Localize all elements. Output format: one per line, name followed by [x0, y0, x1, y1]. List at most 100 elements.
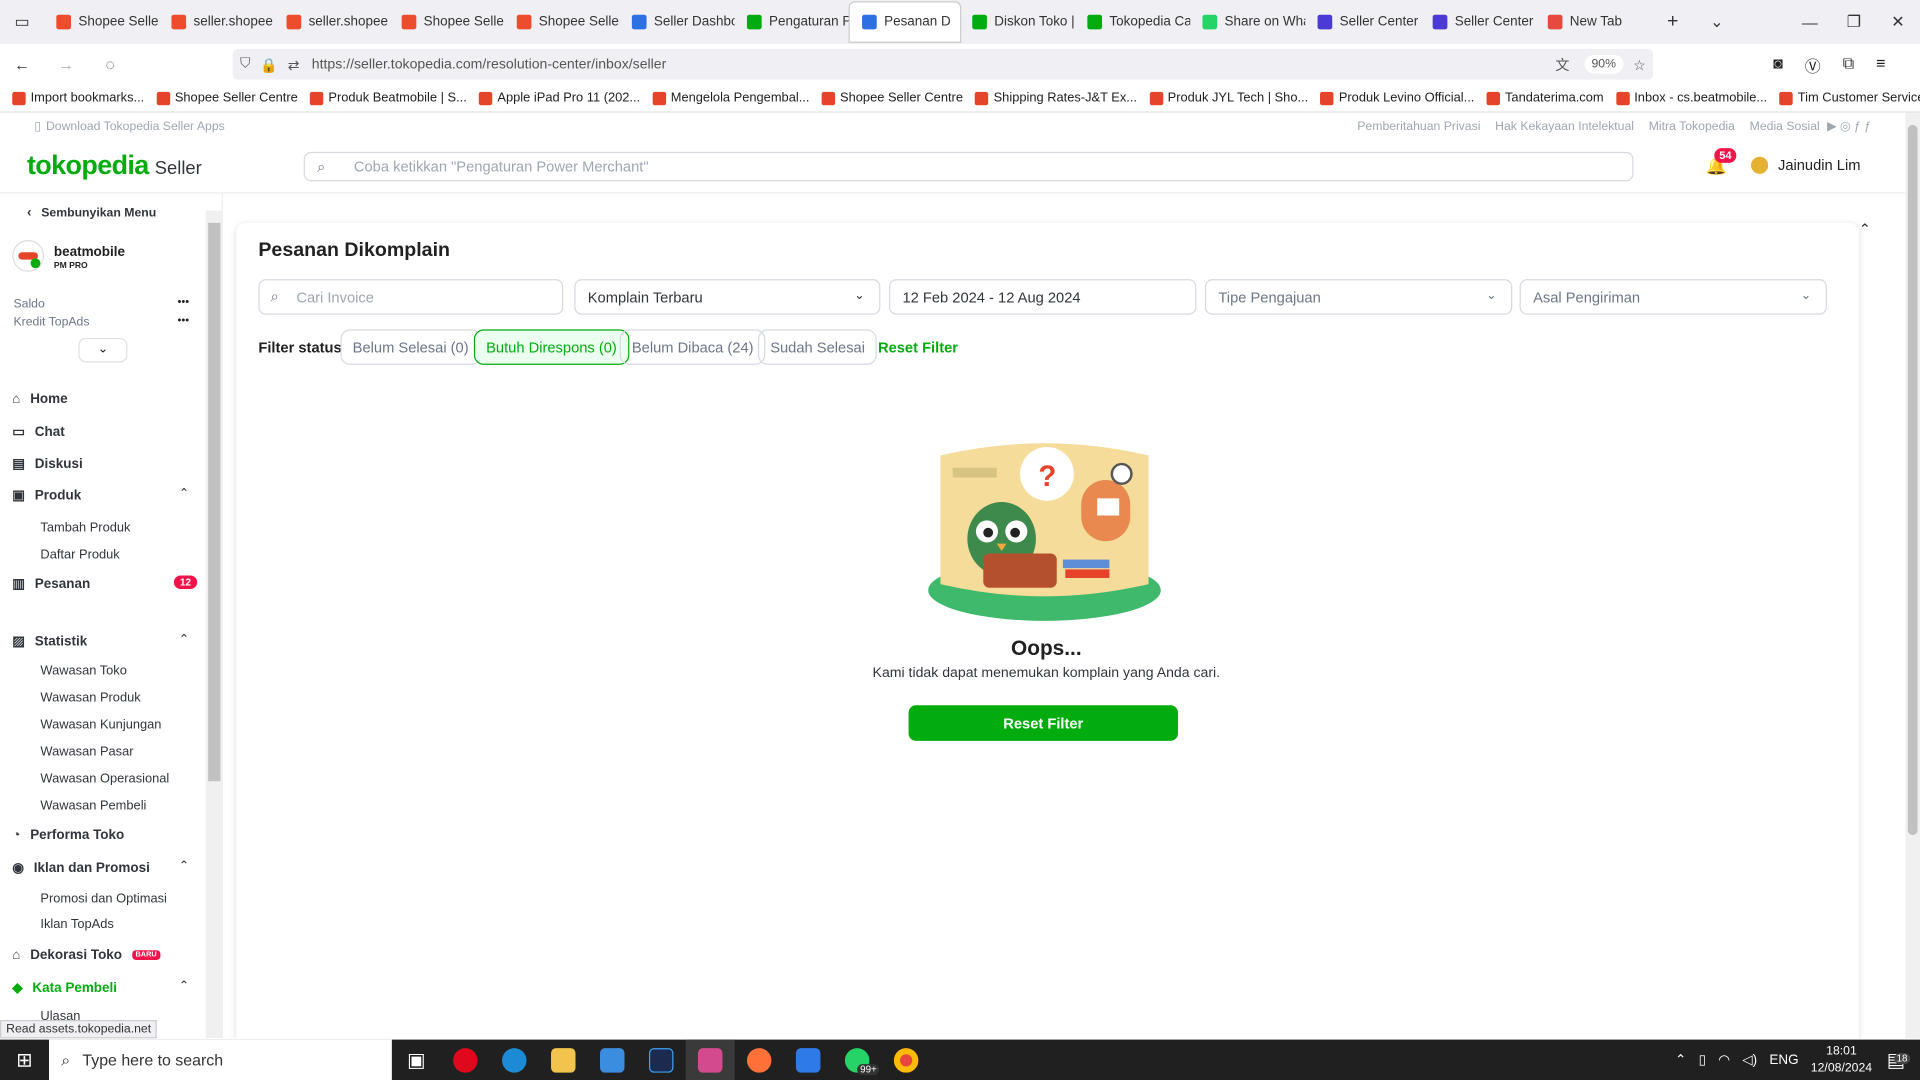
windows-start-icon[interactable]: ⊞: [0, 1040, 49, 1080]
sidebar-item-diskusi[interactable]: ▤ Diskusi: [12, 456, 82, 471]
scroll-up-icon[interactable]: ⌃: [1859, 220, 1871, 237]
footer-link[interactable]: Pemberitahuan Privasi: [1357, 119, 1480, 132]
photoshop-icon[interactable]: [637, 1040, 686, 1080]
minimize-icon[interactable]: —: [1788, 0, 1832, 44]
search-input[interactable]: ⌕ Coba ketikkan "Pengaturan Power Mercha…: [303, 151, 1634, 182]
browser-tab[interactable]: Tokopedia Ca: [1075, 2, 1190, 41]
sidebar-subitem[interactable]: Wawasan Toko: [40, 664, 126, 679]
shop-avatar[interactable]: [12, 240, 45, 272]
file-explorer-icon[interactable]: [539, 1040, 588, 1080]
browser-tab[interactable]: seller.shopee: [274, 2, 389, 41]
sidebar-item-iklan[interactable]: ◉ Iklan dan Promosi: [12, 860, 150, 875]
tray-chevron-icon[interactable]: ⌃: [1675, 1052, 1686, 1068]
forward-icon[interactable]: →: [44, 42, 88, 86]
sort-dropdown[interactable]: Komplain Terbaru ⌄: [574, 279, 881, 315]
browser-tab[interactable]: Shopee Seller: [389, 2, 504, 41]
back-icon[interactable]: ←: [0, 42, 44, 86]
footer-link[interactable]: Hak Kekayaan Intelektual: [1495, 119, 1634, 132]
footer-link[interactable]: Mitra Tokopedia: [1649, 119, 1735, 132]
bookmark-item[interactable]: Produk Levino Official...: [1320, 91, 1474, 105]
sidebar-item-chat[interactable]: ▭ Chat: [12, 424, 64, 439]
whatsapp-icon[interactable]: 99+: [833, 1040, 882, 1080]
browser-scrollbar[interactable]: [1905, 112, 1920, 1039]
chevron-up-icon[interactable]: ⌃: [179, 860, 189, 873]
footer-link[interactable]: Media Sosial: [1750, 119, 1820, 132]
chrome-icon[interactable]: [882, 1040, 931, 1080]
browser-tab[interactable]: New Tab: [1536, 2, 1651, 41]
expand-balance-button[interactable]: ⌄: [78, 337, 128, 363]
chevron-up-icon[interactable]: ⌃: [179, 633, 189, 646]
sidebar-subitem[interactable]: Wawasan Kunjungan: [40, 718, 161, 733]
permissions-icon[interactable]: ⇄: [288, 56, 300, 73]
hide-menu-button[interactable]: ‹ Sembunyikan Menu: [27, 206, 156, 221]
tipe-pengajuan-dropdown[interactable]: Tipe Pengajuan ⌄: [1204, 279, 1513, 315]
chevron-up-icon[interactable]: ⌃: [179, 980, 189, 993]
download-app-link[interactable]: Download Tokopedia Seller Apps: [46, 119, 225, 132]
sidebar-subitem[interactable]: Daftar Produk: [40, 547, 119, 562]
filter-chip-sudah-selesai[interactable]: Sudah Selesai: [757, 329, 878, 365]
sidebar-subitem[interactable]: Tambah Produk: [40, 520, 130, 535]
sidebar-subitem[interactable]: Wawasan Pasar: [40, 744, 133, 759]
browser-tab[interactable]: Pesanan D✕: [849, 2, 961, 42]
user-menu[interactable]: Jainudin Lim: [1751, 156, 1860, 174]
tray-app-icon[interactable]: ▯: [1699, 1052, 1706, 1068]
sidebar-item-statistik[interactable]: ▨ Statistik: [12, 633, 87, 649]
tab-list-icon[interactable]: ▭: [0, 0, 44, 44]
browser-tab[interactable]: Share on Wha: [1190, 2, 1305, 41]
bookmark-item[interactable]: Shopee Seller Centre: [156, 91, 298, 105]
chevron-up-icon[interactable]: ⌃: [179, 487, 189, 500]
store-icon[interactable]: [588, 1040, 637, 1080]
shop-name[interactable]: beatmobile: [54, 245, 125, 260]
sidebar-subitem[interactable]: Iklan TopAds: [40, 917, 113, 932]
address-bar[interactable]: ⛉ 🔒 ⇄ https://seller.tokopedia.com/resol…: [232, 48, 1654, 80]
bookmark-item[interactable]: Produk JYL Tech | Sho...: [1149, 91, 1308, 105]
bookmark-item[interactable]: Mengelola Pengembal...: [652, 91, 809, 105]
asal-pengiriman-dropdown[interactable]: Asal Pengiriman ⌄: [1519, 279, 1827, 315]
reset-filter-link[interactable]: Reset Filter: [878, 339, 958, 356]
browser-tab[interactable]: Diskon Toko |: [960, 2, 1075, 41]
bookmark-item[interactable]: Inbox - cs.beatmobile...: [1615, 91, 1767, 105]
extensions-icon[interactable]: ⧉: [1843, 54, 1854, 77]
restore-icon[interactable]: ❐: [1832, 0, 1876, 44]
sidebar-item-pesanan[interactable]: ▥ Pesanan: [12, 576, 90, 591]
zoom-level[interactable]: 90%: [1584, 55, 1624, 74]
sidebar-item-home[interactable]: ⌂ Home: [12, 392, 67, 407]
sidebar-scrollbar[interactable]: [205, 210, 222, 1039]
bookmark-item[interactable]: Shopee Seller Centre: [821, 91, 963, 105]
bookmark-star-icon[interactable]: ☆: [1633, 56, 1646, 73]
sidebar-item-dekorasi[interactable]: ⌂ Dekorasi Toko BARU: [12, 948, 161, 962]
bookmark-item[interactable]: Import bookmarks...: [12, 91, 144, 105]
wifi-icon[interactable]: ◠: [1718, 1052, 1730, 1068]
browser-tab[interactable]: seller.shopee: [159, 2, 274, 41]
notification-center-icon[interactable]: ▤18: [1887, 1048, 1910, 1072]
filter-chip-belum-selesai[interactable]: Belum Selesai (0): [340, 329, 481, 365]
loading-icon[interactable]: ◌: [88, 42, 132, 86]
new-tab-icon[interactable]: +: [1651, 0, 1695, 44]
sidebar-subitem[interactable]: Wawasan Operasional: [40, 771, 169, 786]
bookmark-item[interactable]: Apple iPad Pro 11 (202...: [479, 91, 640, 105]
app-icon[interactable]: [685, 1039, 735, 1080]
date-range-picker[interactable]: 12 Feb 2024 - 12 Aug 2024: [888, 279, 1197, 315]
browser-tab[interactable]: Seller Center: [1305, 2, 1420, 41]
bookmark-item[interactable]: Shipping Rates-J&T Ex...: [975, 91, 1137, 105]
profile-icon[interactable]: Ⓥ: [1805, 54, 1821, 77]
sidebar-item-performa[interactable]: ◔ Performa Toko: [12, 828, 124, 843]
filter-chip-butuh-direspons[interactable]: Butuh Direspons (0): [473, 329, 630, 365]
tokopedia-logo[interactable]: tokopedia Seller: [27, 149, 202, 181]
filter-chip-belum-dibaca[interactable]: Belum Dibaca (24): [619, 329, 766, 365]
browser-tab[interactable]: Pengaturan P: [735, 2, 850, 41]
translate-icon[interactable]: 文: [1555, 54, 1569, 74]
sidebar-item-produk[interactable]: ▣ Produk: [12, 487, 81, 503]
bookmark-item[interactable]: Tandaterima.com: [1486, 91, 1604, 105]
task-view-icon[interactable]: ▣: [392, 1040, 441, 1080]
bookmark-item[interactable]: Produk Beatmobile | S...: [310, 91, 467, 105]
browser-tab[interactable]: Shopee Seller: [44, 2, 159, 41]
sidebar-subitem[interactable]: Wawasan Produk: [40, 691, 140, 706]
volume-icon[interactable]: ◁): [1742, 1052, 1757, 1068]
reset-filter-button[interactable]: Reset Filter: [908, 705, 1178, 741]
firefox-icon[interactable]: [735, 1040, 784, 1080]
close-window-icon[interactable]: ✕: [1876, 0, 1920, 44]
browser-tab[interactable]: Shopee Seller: [504, 2, 620, 41]
pocket-icon[interactable]: ◙: [1773, 54, 1783, 77]
app-blue-icon[interactable]: [784, 1040, 833, 1080]
